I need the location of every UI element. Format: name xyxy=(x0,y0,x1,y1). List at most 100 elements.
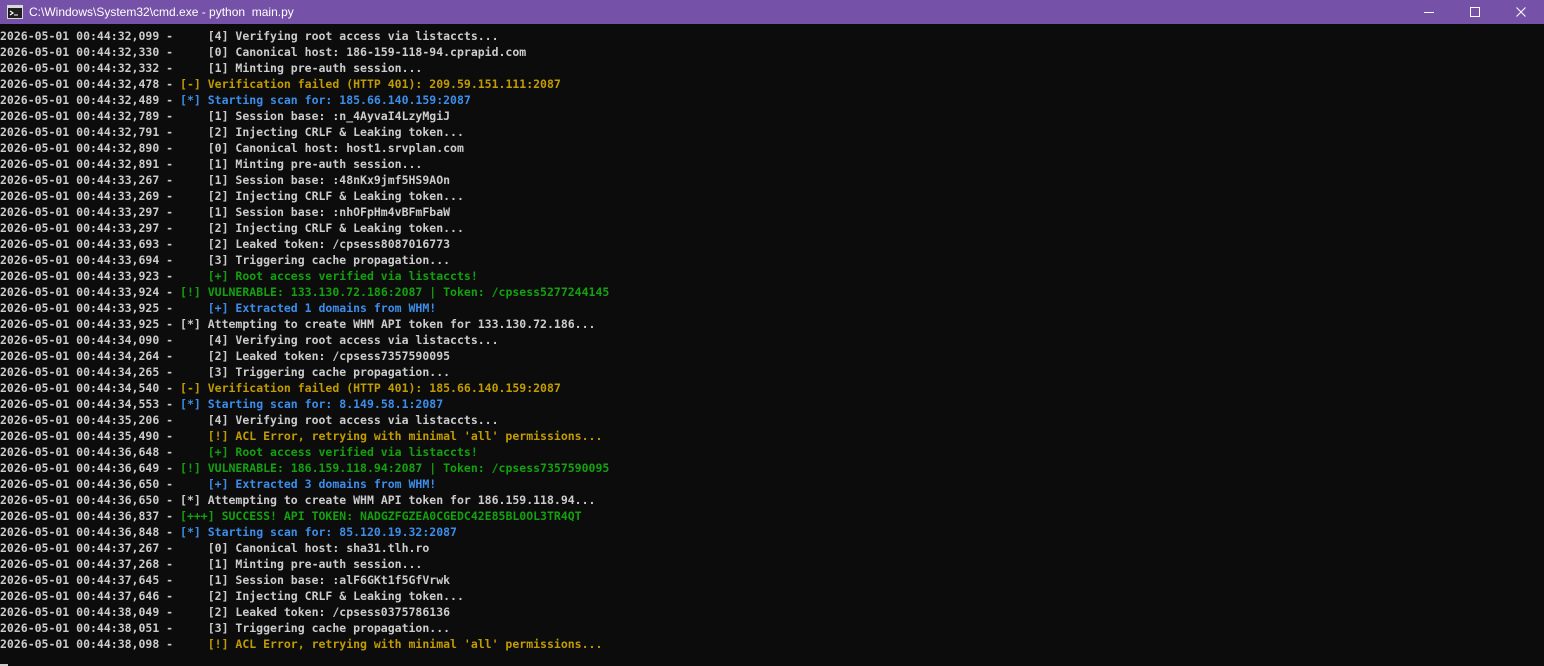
log-separator: - xyxy=(159,573,208,587)
log-line: 2026-05-01 00:44:36,649 - [!] VULNERABLE… xyxy=(0,460,1544,476)
log-message: [3] Triggering cache propagation... xyxy=(207,365,451,379)
title-bar[interactable]: C:\Windows\System32\cmd.exe - python mai… xyxy=(0,0,1544,24)
log-line: 2026-05-01 00:44:38,049 - [2] Leaked tok… xyxy=(0,604,1544,620)
log-timestamp: 2026-05-01 00:44:33,269 xyxy=(0,189,160,203)
log-line: 2026-05-01 00:44:37,645 - [1] Session ba… xyxy=(0,572,1544,588)
log-line: 2026-05-01 00:44:33,923 - [+] Root acces… xyxy=(0,268,1544,284)
log-line: 2026-05-01 00:44:37,268 - [1] Minting pr… xyxy=(0,556,1544,572)
log-line: 2026-05-01 00:44:37,646 - [2] Injecting … xyxy=(0,588,1544,604)
log-message: [2] Leaked token: /cpsess0375786136 xyxy=(207,605,451,619)
log-message: [1] Session base: :n_4AyvaI4LzyMgiJ xyxy=(207,109,451,123)
terminal-window: C:\Windows\System32\cmd.exe - python mai… xyxy=(0,0,1544,666)
console-output[interactable]: 2026-05-01 00:44:32,099 - [4] Verifying … xyxy=(0,28,1544,666)
log-line: 2026-05-01 00:44:32,330 - [0] Canonical … xyxy=(0,44,1544,60)
log-message: [-] Verification failed (HTTP 401): 185.… xyxy=(180,381,561,395)
log-message: [1] Session base: :48nKx9jmf5HS9AOn xyxy=(207,173,451,187)
log-message: [4] Verifying root access via listaccts.… xyxy=(207,413,499,427)
log-separator: - xyxy=(159,125,208,139)
log-timestamp: 2026-05-01 00:44:33,694 xyxy=(0,253,160,267)
log-timestamp: 2026-05-01 00:44:34,540 xyxy=(0,381,160,395)
log-separator: - xyxy=(159,477,208,491)
log-message: [0] Canonical host: host1.srvplan.com xyxy=(207,141,464,155)
log-separator: - xyxy=(159,301,208,315)
log-timestamp: 2026-05-01 00:44:34,553 xyxy=(0,397,160,411)
log-timestamp: 2026-05-01 00:44:34,264 xyxy=(0,349,160,363)
log-message: [2] Injecting CRLF & Leaking token... xyxy=(207,189,464,203)
log-separator: - xyxy=(159,493,181,507)
log-separator: - xyxy=(159,589,208,603)
cursor-line xyxy=(0,652,1544,666)
log-separator: - xyxy=(159,189,208,203)
log-message: [!] ACL Error, retrying with minimal 'al… xyxy=(207,429,603,443)
log-message: [!] VULNERABLE: 133.130.72.186:2087 | To… xyxy=(180,285,610,299)
log-timestamp: 2026-05-01 00:44:32,489 xyxy=(0,93,160,107)
log-message: [1] Minting pre-auth session... xyxy=(207,61,423,75)
log-separator: - xyxy=(159,221,208,235)
log-timestamp: 2026-05-01 00:44:32,478 xyxy=(0,77,160,91)
log-separator: - xyxy=(159,637,208,651)
log-message: [2] Injecting CRLF & Leaking token... xyxy=(207,125,464,139)
log-separator: - xyxy=(159,253,208,267)
log-timestamp: 2026-05-01 00:44:33,693 xyxy=(0,237,160,251)
log-separator: - xyxy=(159,525,181,539)
log-message: [*] Starting scan for: 85.120.19.32:2087 xyxy=(180,525,457,539)
minimize-button[interactable] xyxy=(1406,0,1452,24)
log-timestamp: 2026-05-01 00:44:33,923 xyxy=(0,269,160,283)
log-line: 2026-05-01 00:44:36,650 - [+] Extracted … xyxy=(0,476,1544,492)
log-message: [+] Root access verified via listaccts! xyxy=(207,269,478,283)
log-separator: - xyxy=(159,397,181,411)
log-timestamp: 2026-05-01 00:44:33,925 xyxy=(0,317,160,331)
log-timestamp: 2026-05-01 00:44:36,648 xyxy=(0,445,160,459)
maximize-icon xyxy=(1470,7,1480,17)
log-message: [2] Injecting CRLF & Leaking token... xyxy=(207,221,464,235)
log-message: [4] Verifying root access via listaccts.… xyxy=(207,29,499,43)
log-line: 2026-05-01 00:44:33,269 - [2] Injecting … xyxy=(0,188,1544,204)
log-separator: - xyxy=(159,509,181,523)
log-line: 2026-05-01 00:44:34,265 - [3] Triggering… xyxy=(0,364,1544,380)
log-message: [0] Canonical host: sha31.tlh.ro xyxy=(207,541,430,555)
log-timestamp: 2026-05-01 00:44:34,265 xyxy=(0,365,160,379)
log-timestamp: 2026-05-01 00:44:32,789 xyxy=(0,109,160,123)
log-separator: - xyxy=(159,45,208,59)
log-line: 2026-05-01 00:44:33,924 - [!] VULNERABLE… xyxy=(0,284,1544,300)
log-separator: - xyxy=(159,429,208,443)
log-timestamp: 2026-05-01 00:44:38,051 xyxy=(0,621,160,635)
log-line: 2026-05-01 00:44:33,693 - [2] Leaked tok… xyxy=(0,236,1544,252)
log-message: [2] Injecting CRLF & Leaking token... xyxy=(207,589,464,603)
log-separator: - xyxy=(159,605,208,619)
log-line: 2026-05-01 00:44:32,890 - [0] Canonical … xyxy=(0,140,1544,156)
log-timestamp: 2026-05-01 00:44:37,268 xyxy=(0,557,160,571)
log-separator: - xyxy=(159,109,208,123)
log-message: [2] Leaked token: /cpsess7357590095 xyxy=(207,349,451,363)
log-message: [3] Triggering cache propagation... xyxy=(207,253,451,267)
minimize-icon xyxy=(1424,12,1434,13)
maximize-button[interactable] xyxy=(1452,0,1498,24)
log-separator: - xyxy=(159,93,181,107)
log-message: [+] Root access verified via listaccts! xyxy=(207,445,478,459)
log-message: [1] Session base: :alF6GKt1f5GfVrwk xyxy=(207,573,451,587)
log-message: [+++] SUCCESS! API TOKEN: NADGZFGZEA0CGE… xyxy=(180,509,582,523)
close-button[interactable] xyxy=(1498,0,1544,24)
log-line: 2026-05-01 00:44:38,098 - [!] ACL Error,… xyxy=(0,636,1544,652)
log-message: [*] Starting scan for: 8.149.58.1:2087 xyxy=(180,397,444,411)
log-line: 2026-05-01 00:44:33,925 - [*] Attempting… xyxy=(0,316,1544,332)
log-line: 2026-05-01 00:44:33,297 - [1] Session ba… xyxy=(0,204,1544,220)
log-line: 2026-05-01 00:44:33,297 - [2] Injecting … xyxy=(0,220,1544,236)
log-separator: - xyxy=(159,541,208,555)
log-timestamp: 2026-05-01 00:44:36,848 xyxy=(0,525,160,539)
log-line: 2026-05-01 00:44:32,478 - [-] Verificati… xyxy=(0,76,1544,92)
log-separator: - xyxy=(159,461,181,475)
log-timestamp: 2026-05-01 00:44:32,791 xyxy=(0,125,160,139)
log-message: [3] Triggering cache propagation... xyxy=(207,621,451,635)
window-title: C:\Windows\System32\cmd.exe - python mai… xyxy=(29,5,294,19)
log-separator: - xyxy=(159,29,208,43)
log-timestamp: 2026-05-01 00:44:36,837 xyxy=(0,509,160,523)
log-timestamp: 2026-05-01 00:44:37,645 xyxy=(0,573,160,587)
log-message: [+] Extracted 1 domains from WHM! xyxy=(207,301,437,315)
log-separator: - xyxy=(159,141,208,155)
log-separator: - xyxy=(159,285,181,299)
log-timestamp: 2026-05-01 00:44:32,330 xyxy=(0,45,160,59)
log-line: 2026-05-01 00:44:35,490 - [!] ACL Error,… xyxy=(0,428,1544,444)
log-message: [1] Minting pre-auth session... xyxy=(207,557,423,571)
log-separator: - xyxy=(159,317,181,331)
